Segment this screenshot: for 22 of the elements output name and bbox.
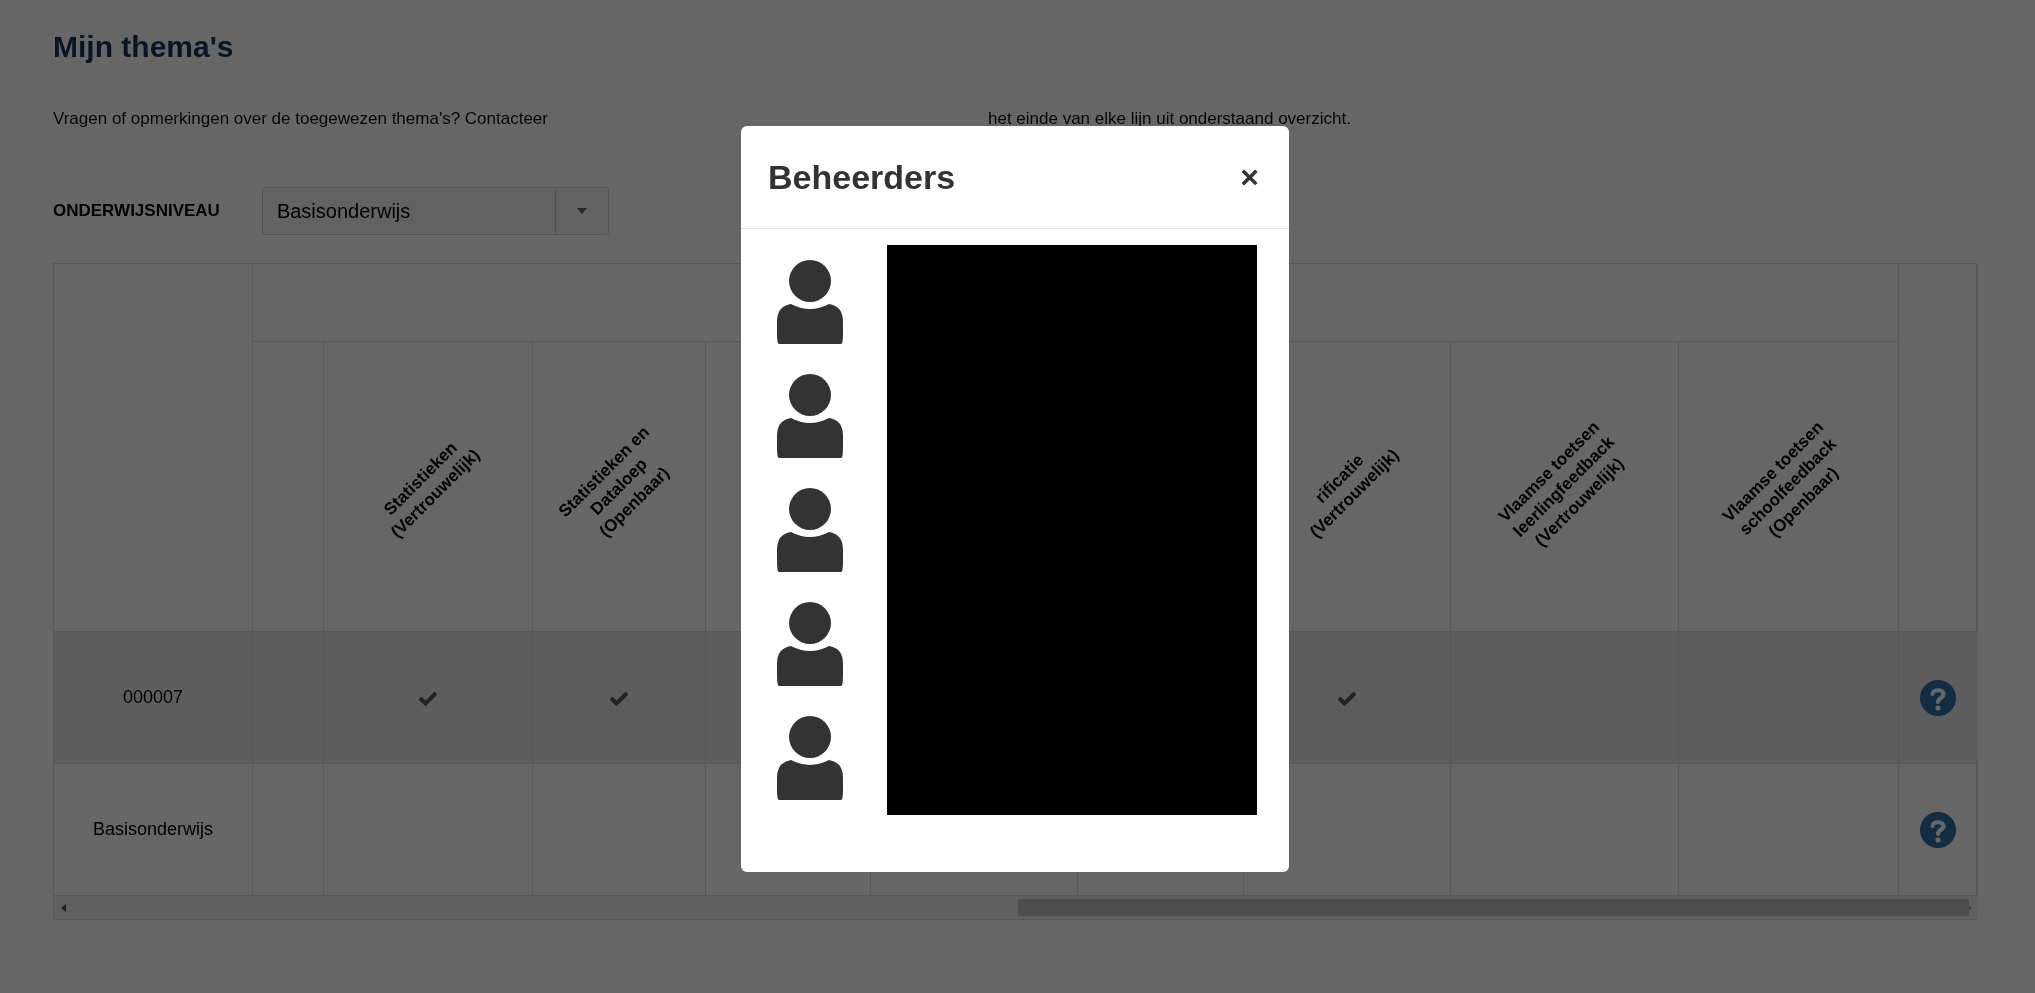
intro-text: het einde van elke lijn uit onderstaand overzicht. (988, 109, 1351, 129)
help-icon[interactable] (1920, 679, 1956, 716)
help-icon[interactable] (1920, 811, 1956, 848)
checkmark-icon (418, 689, 438, 706)
scroll-right-icon[interactable] (1966, 903, 1972, 912)
user-icon (777, 602, 843, 686)
row-label: 000007 (54, 632, 253, 764)
checkmark-icon (609, 689, 629, 706)
user-icon (777, 488, 843, 572)
horizontal-scrollbar[interactable] (54, 896, 1978, 919)
user-icon (777, 374, 843, 458)
checkmark-icon (1337, 689, 1357, 706)
scrollbar-thumb[interactable] (1018, 899, 1969, 916)
dialog-title: Beheerders (768, 157, 956, 197)
user-icon (777, 716, 843, 800)
user-icon (777, 260, 843, 344)
page-title: Mijn thema's (53, 30, 235, 64)
scroll-left-icon[interactable] (60, 903, 66, 912)
caret-icon (576, 208, 587, 214)
intro-text: Vragen of opmerkingen over de toegewezen thema's? Contacteer (53, 109, 548, 129)
close-button[interactable]: × (1236, 158, 1263, 196)
filter-label: ONDERWIJSNIVEAU (53, 201, 220, 221)
